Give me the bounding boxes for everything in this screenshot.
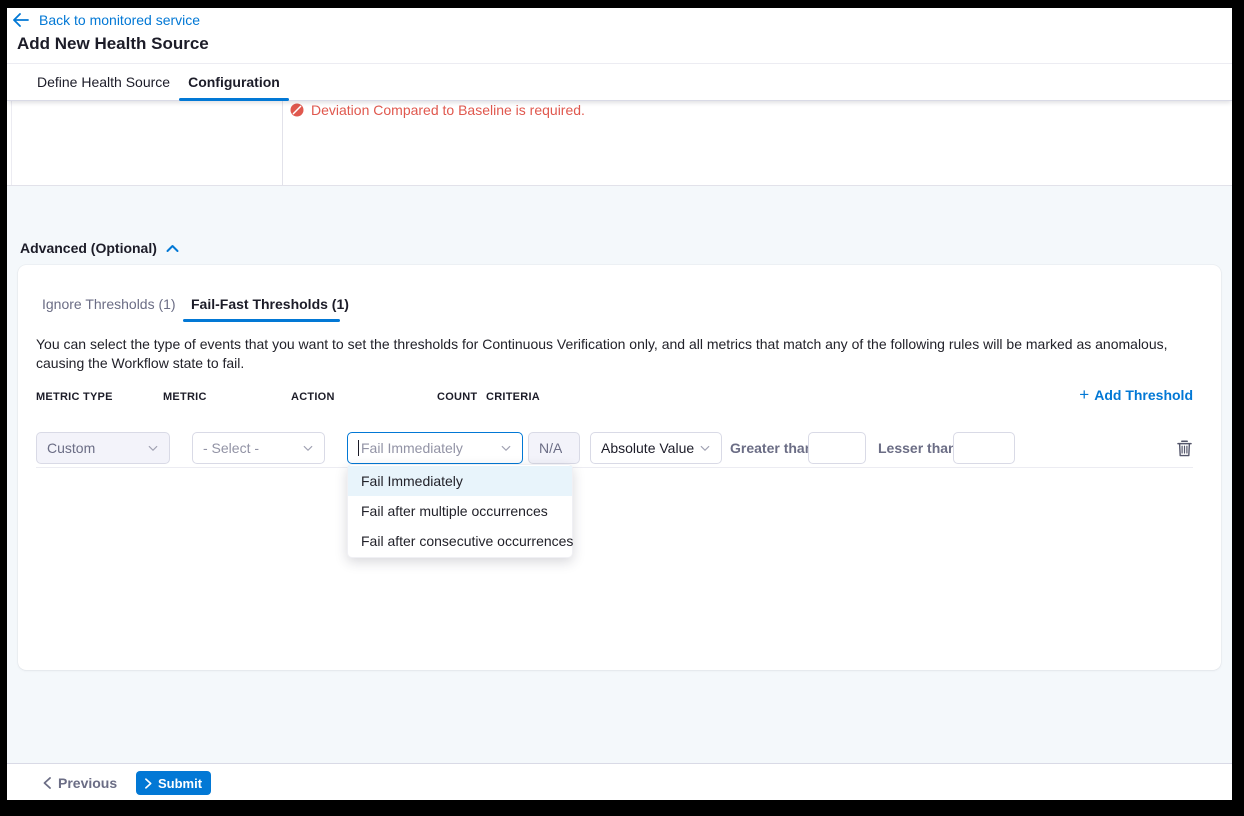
threshold-row: Custom - Select - Fail Immediately: [18, 432, 1221, 464]
metric-type-value: Custom: [47, 440, 95, 456]
advanced-section-toggle[interactable]: Advanced (Optional): [20, 240, 179, 256]
lesser-than-label: Lesser than: [878, 432, 957, 464]
panel-divider: [282, 101, 283, 185]
arrow-left-icon: [13, 13, 29, 27]
action-select[interactable]: Fail Immediately: [347, 432, 523, 464]
option-fail-after-consecutive[interactable]: Fail after consecutive occurrences: [348, 526, 572, 556]
column-header-metric: METRIC: [163, 391, 207, 403]
panel-left-border: [11, 101, 12, 185]
text-caret: [358, 440, 359, 456]
plus-icon: +: [1079, 388, 1089, 402]
active-tab-underline: [183, 319, 340, 322]
back-to-monitored-service-link[interactable]: Back to monitored service: [13, 12, 200, 28]
add-threshold-button[interactable]: + Add Threshold: [1079, 387, 1193, 403]
tab-ignore-thresholds[interactable]: Ignore Thresholds (1): [42, 296, 176, 312]
add-threshold-label: Add Threshold: [1094, 387, 1193, 403]
previous-button[interactable]: Previous: [43, 772, 117, 794]
metric-form-strip: Deviation Compared to Baseline is requir…: [7, 101, 1232, 186]
dialog-footer: Previous Submit: [7, 763, 1232, 800]
greater-than-input-wrap: [808, 432, 866, 464]
validation-error: Deviation Compared to Baseline is requir…: [290, 102, 585, 118]
chevron-down-icon: [500, 442, 512, 454]
submit-label: Submit: [158, 776, 202, 791]
count-value: N/A: [539, 440, 562, 456]
thresholds-card: Ignore Thresholds (1) Fail-Fast Threshol…: [18, 265, 1221, 670]
metric-value: - Select -: [203, 440, 259, 456]
screenshot-frame: Back to monitored service Add New Health…: [0, 0, 1244, 816]
lesser-than-input[interactable]: [964, 440, 1004, 456]
count-input[interactable]: N/A: [528, 432, 580, 464]
delete-threshold-button[interactable]: [1170, 432, 1198, 464]
chevron-right-icon: [145, 778, 152, 789]
tab-fail-fast-thresholds[interactable]: Fail-Fast Thresholds (1): [191, 296, 349, 312]
column-header-metric-type: METRIC TYPE: [36, 391, 113, 403]
column-header-criteria: CRITERIA: [486, 391, 540, 403]
row-separator: [36, 467, 1193, 468]
chevron-up-icon: [166, 244, 179, 253]
metric-select[interactable]: - Select -: [192, 432, 325, 464]
metric-type-select[interactable]: Custom: [36, 432, 170, 464]
page-title: Add New Health Source: [17, 34, 209, 54]
chevron-left-icon: [43, 777, 51, 789]
criteria-value: Absolute Value: [601, 440, 694, 456]
greater-than-input[interactable]: [819, 440, 855, 456]
add-health-source-dialog: Back to monitored service Add New Health…: [7, 8, 1232, 800]
option-fail-immediately[interactable]: Fail Immediately: [348, 466, 572, 496]
column-header-action: ACTION: [291, 391, 335, 403]
wizard-tabstrip: Define Health Source Configuration: [7, 63, 1232, 101]
lesser-than-input-wrap: [953, 432, 1015, 464]
tab-configuration[interactable]: Configuration: [179, 64, 289, 100]
criteria-select[interactable]: Absolute Value: [590, 432, 722, 464]
thresholds-description: You can select the type of events that y…: [36, 335, 1206, 372]
error-message: Deviation Compared to Baseline is requir…: [311, 102, 585, 118]
chevron-down-icon: [699, 442, 711, 454]
error-icon: [290, 103, 304, 117]
submit-button[interactable]: Submit: [136, 771, 211, 795]
option-fail-after-multiple[interactable]: Fail after multiple occurrences: [348, 496, 572, 526]
greater-than-label: Greater than: [730, 432, 813, 464]
trash-icon: [1177, 440, 1192, 457]
advanced-section-label: Advanced (Optional): [20, 240, 157, 256]
tab-define-health-source[interactable]: Define Health Source: [28, 64, 179, 100]
configuration-content: Deviation Compared to Baseline is requir…: [7, 101, 1232, 763]
back-link-label: Back to monitored service: [39, 12, 200, 28]
chevron-down-icon: [147, 442, 159, 454]
chevron-down-icon: [302, 442, 314, 454]
action-dropdown-menu: Fail Immediately Fail after multiple occ…: [347, 464, 573, 558]
column-header-count: COUNT: [437, 391, 477, 403]
dialog-header: Back to monitored service Add New Health…: [7, 8, 1232, 101]
action-value: Fail Immediately: [358, 440, 463, 456]
previous-label: Previous: [58, 775, 117, 791]
